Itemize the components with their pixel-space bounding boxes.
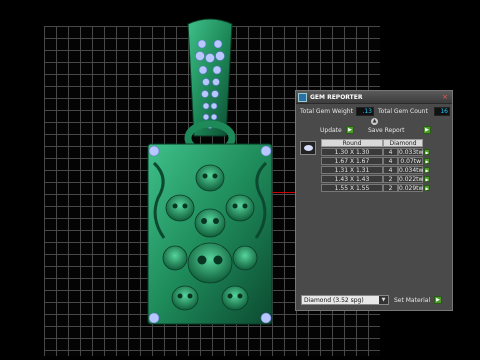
close-icon[interactable]: × bbox=[441, 93, 449, 101]
collapse-arrow-icon[interactable]: ▲ bbox=[371, 118, 378, 125]
skull-pendant-model[interactable] bbox=[140, 18, 280, 333]
gem-weight-cell: 0.022tw bbox=[398, 175, 424, 183]
panel-title: GEM REPORTER bbox=[310, 94, 363, 101]
total-gem-count-label: Total Gem Count bbox=[378, 108, 428, 115]
table-row[interactable]: 1.43 X 1.43 2 0.022tw ▶ bbox=[321, 175, 431, 183]
gem-size-cell: 1.55 X 1.55 bbox=[321, 184, 383, 192]
save-report-label: Save Report bbox=[368, 127, 405, 134]
panel-titlebar[interactable]: GEM REPORTER × bbox=[296, 91, 452, 104]
row-select-button[interactable]: ▶ bbox=[424, 167, 430, 173]
total-gem-count-value: 16 bbox=[434, 107, 450, 116]
set-material-label: Set Material bbox=[394, 297, 431, 304]
update-button[interactable]: ▶ bbox=[346, 126, 354, 134]
set-material-button[interactable]: ▶ bbox=[434, 296, 442, 304]
gem-count-cell: 2 bbox=[383, 184, 398, 192]
gem-weight-cell: 0.033tw bbox=[398, 148, 424, 156]
table-row[interactable]: 1.55 X 1.55 2 0.029tw ▶ bbox=[321, 184, 431, 192]
column-header-shape: Round bbox=[321, 139, 383, 147]
gem-count-cell: 4 bbox=[383, 157, 398, 165]
gem-count-cell: 4 bbox=[383, 166, 398, 174]
gem-reporter-panel: GEM REPORTER × Total Gem Weight .13 Tota… bbox=[295, 90, 453, 311]
gem-shape bbox=[304, 145, 313, 151]
gem-size-cell: 1.43 X 1.43 bbox=[321, 175, 383, 183]
table-row[interactable]: 1.30 X 1.30 4 0.033tw ▶ bbox=[321, 148, 431, 156]
gem-weight-cell: 0.07tw bbox=[398, 157, 423, 165]
gem-size-cell: 1.30 X 1.30 bbox=[321, 148, 383, 156]
row-select-button[interactable]: ▶ bbox=[424, 185, 430, 191]
round-gem-icon bbox=[300, 141, 316, 155]
gem-count-cell: 2 bbox=[383, 175, 398, 183]
total-gem-weight-label: Total Gem Weight bbox=[300, 108, 353, 115]
gem-reporter-app-icon bbox=[298, 93, 307, 102]
table-row[interactable]: 1.67 X 1.67 4 0.07tw ▶ bbox=[321, 157, 431, 165]
save-report-button[interactable]: ▶ bbox=[423, 126, 431, 134]
column-header-material: Diamond bbox=[383, 139, 423, 147]
gem-size-cell: 1.31 X 1.31 bbox=[321, 166, 383, 174]
material-select-value: Diamond (3.52 spg) bbox=[304, 297, 364, 304]
gem-count-cell: 4 bbox=[383, 148, 398, 156]
gem-size-cell: 1.67 X 1.67 bbox=[321, 157, 383, 165]
row-select-button[interactable]: ▶ bbox=[424, 158, 430, 164]
row-select-button[interactable]: ▶ bbox=[424, 149, 430, 155]
chevron-down-icon[interactable]: ▼ bbox=[379, 296, 388, 304]
total-gem-weight-value: .13 bbox=[356, 107, 374, 116]
material-select[interactable]: Diamond (3.52 spg) ▼ bbox=[301, 295, 389, 305]
gem-weight-cell: 0.029tw bbox=[398, 184, 424, 192]
gem-weight-cell: 0.034tw bbox=[398, 166, 424, 174]
table-row[interactable]: 1.31 X 1.31 4 0.034tw ▶ bbox=[321, 166, 431, 174]
update-label: Update bbox=[320, 127, 342, 134]
row-select-button[interactable]: ▶ bbox=[424, 176, 430, 182]
